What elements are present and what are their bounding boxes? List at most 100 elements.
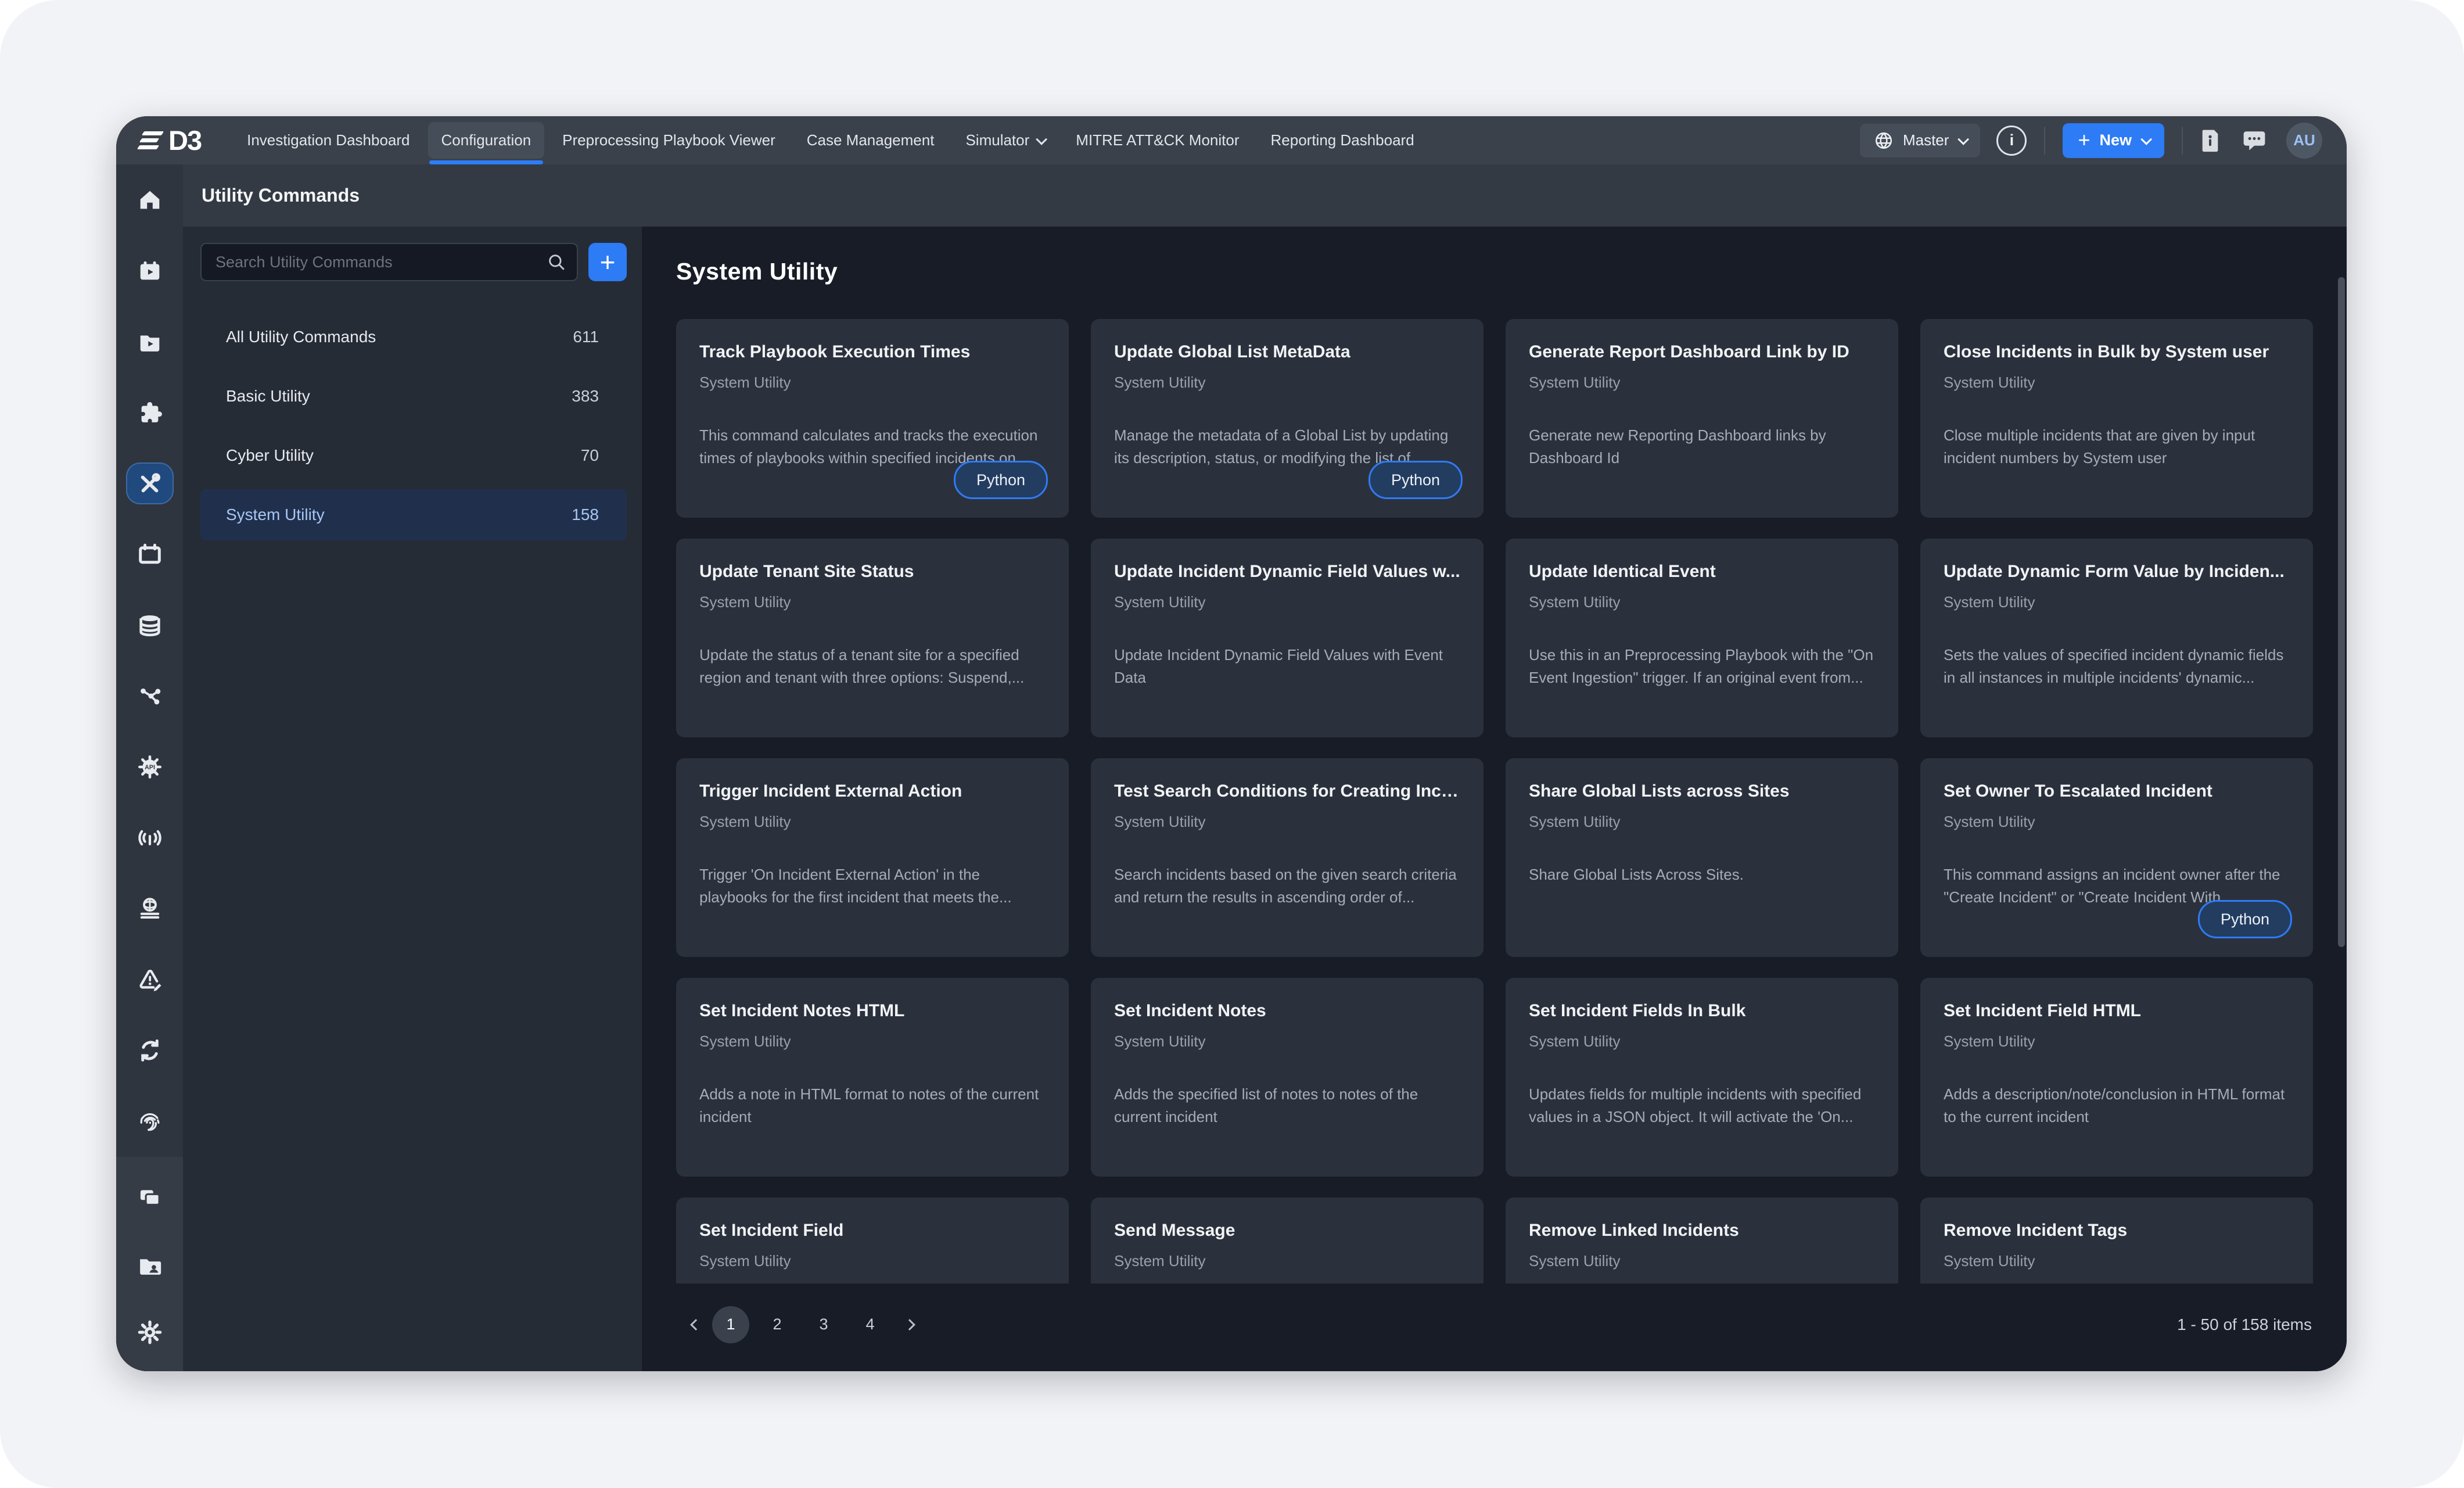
page-number-1[interactable]: 1 bbox=[712, 1306, 749, 1343]
sidebar-item-playbook-schedule[interactable] bbox=[116, 235, 183, 306]
d3-logo[interactable]: D3 bbox=[143, 124, 201, 156]
cards-viewport[interactable]: Track Playbook Execution Times System Uti… bbox=[676, 319, 2313, 1283]
sidebar-item-settings[interactable] bbox=[116, 1299, 183, 1365]
d3-logo-text: D3 bbox=[168, 124, 201, 156]
page-number-2[interactable]: 2 bbox=[759, 1306, 796, 1343]
command-card[interactable]: Send MessageSystem Utility bbox=[1091, 1197, 1484, 1283]
page-number-3[interactable]: 3 bbox=[805, 1306, 842, 1343]
globe-icon bbox=[1874, 131, 1894, 150]
command-card[interactable]: Track Playbook Execution TimesSystem Uti… bbox=[676, 319, 1069, 518]
nav-item-investigation-dashboard[interactable]: Investigation Dashboard bbox=[231, 116, 425, 164]
sidebar-item-utility-commands[interactable] bbox=[116, 448, 183, 519]
search-input[interactable] bbox=[200, 243, 578, 281]
card-description: Use this in an Preprocessing Playbook wi… bbox=[1529, 644, 1875, 689]
command-card[interactable]: Set Incident Fields In BulkSystem Utilit… bbox=[1506, 978, 1898, 1177]
nav-item-mitre-att-ck-monitor[interactable]: MITRE ATT&CK Monitor bbox=[1060, 116, 1255, 164]
nav-item-reporting-dashboard[interactable]: Reporting Dashboard bbox=[1255, 116, 1430, 164]
category-item-cyber-utility[interactable]: Cyber Utility70 bbox=[200, 430, 627, 481]
command-card[interactable]: Test Search Conditions for Creating Inci… bbox=[1091, 758, 1484, 957]
sidebar-item-case-files[interactable] bbox=[116, 1232, 183, 1299]
new-button[interactable]: + New bbox=[2063, 123, 2164, 158]
card-title: Set Incident Notes bbox=[1114, 1001, 1460, 1021]
page-number-4[interactable]: 4 bbox=[852, 1306, 889, 1343]
command-card[interactable]: Set Incident Field HTMLSystem UtilityAdd… bbox=[1920, 978, 2313, 1177]
avatar-initials: AU bbox=[2293, 131, 2315, 149]
sidebar-item-connections[interactable] bbox=[116, 661, 183, 732]
sidebar-top-group: API bbox=[116, 164, 183, 1157]
language-badge: Python bbox=[1369, 461, 1463, 499]
chevron-down-icon bbox=[2140, 133, 2152, 145]
command-card[interactable]: Set Incident NotesSystem UtilityAdds the… bbox=[1091, 978, 1484, 1177]
nav-item-case-management[interactable]: Case Management bbox=[791, 116, 950, 164]
card-subtitle: System Utility bbox=[1529, 374, 1875, 392]
category-label: System Utility bbox=[226, 505, 325, 524]
next-page-button[interactable] bbox=[898, 1306, 921, 1343]
command-card[interactable]: Update Tenant Site StatusSystem UtilityU… bbox=[676, 539, 1069, 737]
command-card[interactable]: Close Incidents in Bulk by System userSy… bbox=[1920, 319, 2313, 518]
sidebar-item-api-settings[interactable]: API bbox=[116, 732, 183, 802]
command-card[interactable]: Remove Linked IncidentsSystem Utility bbox=[1506, 1197, 1898, 1283]
sidebar-item-data-sync[interactable] bbox=[116, 1015, 183, 1086]
command-card[interactable]: Share Global Lists across SitesSystem Ut… bbox=[1506, 758, 1898, 957]
chat-button[interactable] bbox=[2242, 128, 2267, 153]
scrollbar-thumb[interactable] bbox=[2338, 277, 2345, 947]
sidebar-item-board[interactable] bbox=[116, 519, 183, 590]
sidebar-item-fingerprint[interactable] bbox=[116, 1086, 183, 1157]
card-subtitle: System Utility bbox=[1944, 374, 2290, 392]
command-card[interactable]: Remove Incident TagsSystem Utility bbox=[1920, 1197, 2313, 1283]
category-item-system-utility[interactable]: System Utility158 bbox=[200, 489, 627, 540]
sidebar-item-workspaces[interactable] bbox=[116, 1165, 183, 1232]
utility-commands-icon bbox=[137, 470, 163, 497]
card-subtitle: System Utility bbox=[1944, 1252, 2290, 1270]
card-description: Sets the values of specified incident dy… bbox=[1944, 644, 2290, 689]
add-utility-command-button[interactable]: + bbox=[588, 243, 627, 281]
previous-page-button[interactable] bbox=[684, 1306, 707, 1343]
release-notes-button[interactable] bbox=[2200, 129, 2220, 152]
card-description: Search incidents based on the given sear… bbox=[1114, 863, 1460, 909]
sidebar-item-data-storage[interactable] bbox=[116, 590, 183, 661]
category-item-all-utility-commands[interactable]: All Utility Commands611 bbox=[200, 311, 627, 363]
command-card[interactable]: Generate Report Dashboard Link by IDSyst… bbox=[1506, 319, 1898, 518]
sidebar-item-home[interactable] bbox=[116, 164, 183, 235]
card-description: Adds a note in HTML format to notes of t… bbox=[699, 1083, 1046, 1128]
search-row: + bbox=[200, 243, 627, 281]
nav-item-label: Reporting Dashboard bbox=[1271, 131, 1414, 149]
board-icon bbox=[137, 541, 163, 568]
command-card[interactable]: Update Identical EventSystem UtilityUse … bbox=[1506, 539, 1898, 737]
card-subtitle: System Utility bbox=[1114, 1032, 1460, 1050]
settings-icon bbox=[137, 1319, 163, 1346]
info-button[interactable]: i bbox=[1996, 126, 2027, 156]
sidebar-item-web-services[interactable] bbox=[116, 873, 183, 944]
sidebar-item-incident-edit[interactable] bbox=[116, 944, 183, 1015]
app-window: D3 Investigation DashboardConfigurationP… bbox=[116, 116, 2347, 1371]
command-card[interactable]: Set Incident FieldSystem Utility bbox=[676, 1197, 1069, 1283]
pagination-bar: 1234 1 - 50 of 158 items bbox=[676, 1283, 2313, 1371]
user-avatar[interactable]: AU bbox=[2286, 123, 2322, 159]
command-card[interactable]: Update Incident Dynamic Field Values w..… bbox=[1091, 539, 1484, 737]
section-heading: System Utility bbox=[676, 258, 2313, 285]
command-card[interactable]: Set Owner To Escalated IncidentSystem Ut… bbox=[1920, 758, 2313, 957]
sidebar-item-playbook-library[interactable] bbox=[116, 306, 183, 377]
card-subtitle: System Utility bbox=[1114, 1252, 1460, 1270]
command-card[interactable]: Update Dynamic Form Value by Inciden...S… bbox=[1920, 539, 2313, 737]
d3-logo-mark-icon bbox=[143, 131, 163, 149]
nav-item-label: Simulator bbox=[965, 131, 1029, 149]
sidebar-item-event-broadcast[interactable] bbox=[116, 802, 183, 873]
language-badge: Python bbox=[2198, 900, 2292, 938]
card-title: Trigger Incident External Action bbox=[699, 781, 1046, 801]
command-card[interactable]: Trigger Incident External ActionSystem U… bbox=[676, 758, 1069, 957]
divider bbox=[2182, 127, 2183, 155]
nav-item-configuration[interactable]: Configuration bbox=[426, 116, 547, 164]
playbook-library-icon bbox=[137, 328, 163, 355]
main-nav: Investigation DashboardConfigurationPrep… bbox=[231, 116, 1430, 164]
category-item-basic-utility[interactable]: Basic Utility383 bbox=[200, 371, 627, 422]
site-selector-button[interactable]: Master bbox=[1860, 124, 1980, 157]
card-title: Track Playbook Execution Times bbox=[699, 342, 1046, 362]
sidebar-item-integrations[interactable] bbox=[116, 377, 183, 448]
nav-item-simulator[interactable]: Simulator bbox=[950, 116, 1060, 164]
card-subtitle: System Utility bbox=[1529, 813, 1875, 831]
command-card[interactable]: Update Global List MetaDataSystem Utilit… bbox=[1091, 319, 1484, 518]
card-description: Close multiple incidents that are given … bbox=[1944, 424, 2290, 469]
nav-item-preprocessing-playbook-viewer[interactable]: Preprocessing Playbook Viewer bbox=[547, 116, 791, 164]
command-card[interactable]: Set Incident Notes HTMLSystem UtilityAdd… bbox=[676, 978, 1069, 1177]
